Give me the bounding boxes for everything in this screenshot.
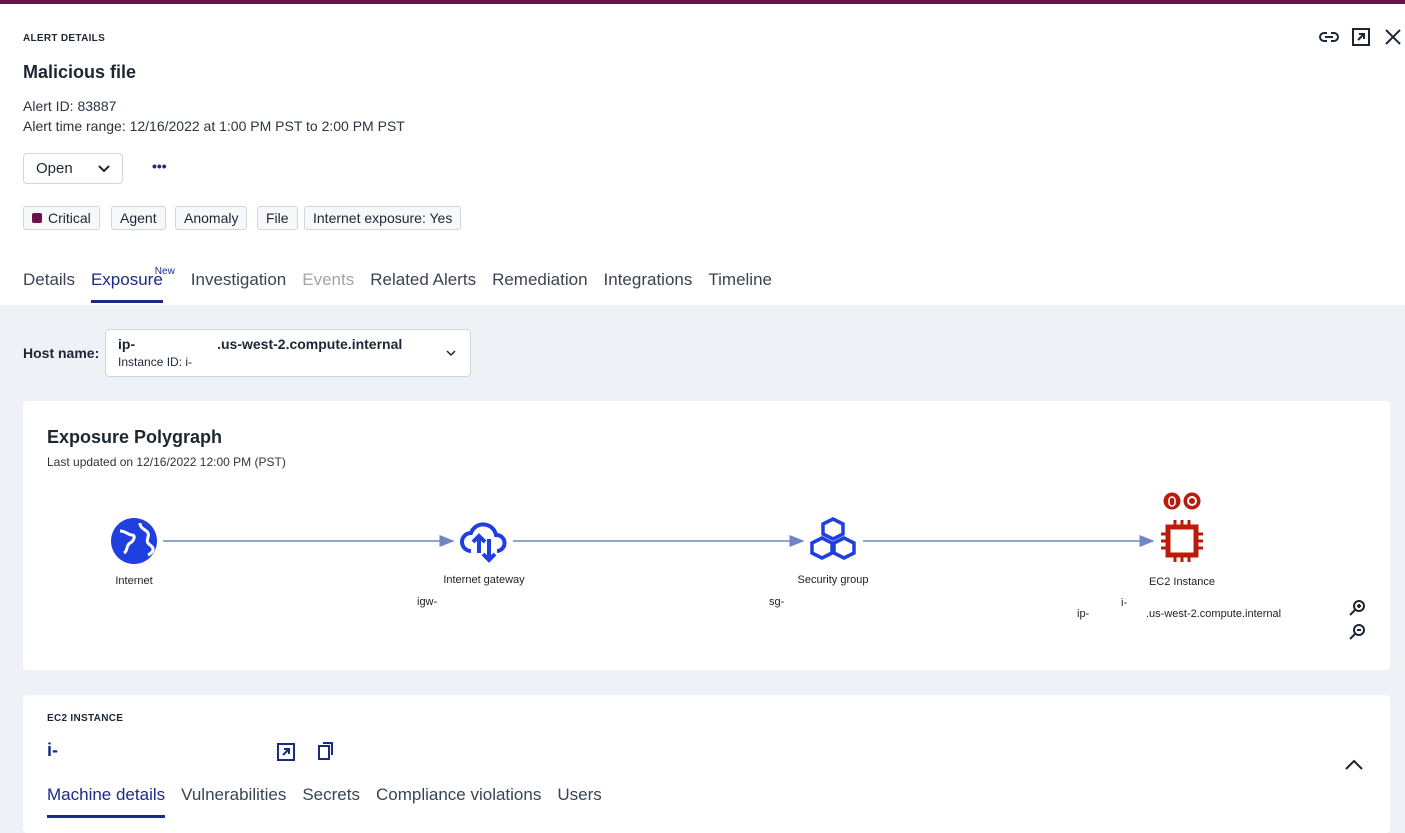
node-label-internet: Internet [115,575,153,587]
status-value: Open [36,160,73,177]
open-external-icon[interactable] [276,742,296,762]
node-sub-igw: igw- [417,596,438,608]
tab-investigation[interactable]: Investigation [191,270,286,303]
ec2-instance-id: i- [47,740,58,760]
ec2-tabs: Machine details Vulnerabilities Secrets … [47,785,602,818]
tag-critical: Critical [23,206,100,230]
copy-icon[interactable] [317,741,335,761]
misconfiguration-gear-icon[interactable] [1183,492,1201,510]
node-sub-ec2-host: .us-west-2.compute.internal [1146,608,1282,620]
new-badge: New [154,266,175,277]
host-name-select[interactable]: ip- .us-west-2.compute.internal Instance … [105,329,471,377]
tag-internet-exposure: Internet exposure: Yes [304,206,462,230]
host-prefix: ip- [118,336,136,352]
alert-details-eyebrow: ALERT DETAILS [23,33,106,44]
polygraph-card: Exposure Polygraph Last updated on 12/16… [23,401,1390,670]
tag-label: Critical [48,210,91,226]
tab-label: Exposure [90,270,163,289]
zoom-in-icon[interactable] [1349,600,1365,616]
globe-icon[interactable] [110,517,158,565]
host-suffix: .us-west-2.compute.internal [217,336,403,352]
tab-compliance-violations[interactable]: Compliance violations [376,785,541,818]
tab-exposure[interactable]: Exposure New [90,266,175,303]
chevron-up-icon[interactable] [1345,759,1363,771]
cloud-gateway-icon[interactable] [459,517,509,565]
node-label-gateway: Internet gateway [443,574,525,586]
tab-events: Events [302,270,355,289]
ec2-chip-icon[interactable] [1160,519,1204,563]
tab-vulnerabilities[interactable]: Vulnerabilities [181,785,286,818]
vulnerability-bug-icon[interactable] [1163,492,1181,510]
alert-time-range: Alert time range: 12/16/2022 at 1:00 PM … [23,118,405,134]
top-accent-bar [0,0,1405,4]
alert-id: Alert ID: 83887 [23,98,117,114]
tab-details[interactable]: Details [23,270,75,303]
security-group-icon[interactable] [808,516,858,564]
ec2-instance-card: EC2 INSTANCE i- Machine details Vulnerab… [23,695,1390,833]
page-title: Malicious file [23,62,137,82]
chevron-down-icon [98,164,110,172]
alert-tabs: Details Exposure New Investigation Events… [23,266,772,303]
instance-id: Instance ID: i- [118,355,193,369]
node-sub-ec2-ip: ip- [1077,608,1090,620]
zoom-out-icon[interactable] [1349,624,1365,640]
ec2-eyebrow: EC2 INSTANCE [47,713,124,724]
tab-machine-details[interactable]: Machine details [47,785,166,818]
host-name-label: Host name: [23,345,100,361]
tab-related-alerts[interactable]: Related Alerts [370,270,476,303]
tag-agent: Agent [111,206,166,230]
more-actions-button[interactable]: ••• [152,158,167,174]
node-label-sg: Security group [797,574,869,586]
tab-remediation[interactable]: Remediation [492,270,587,303]
node-label-ec2: EC2 Instance [1148,576,1216,588]
tab-users[interactable]: Users [557,785,601,818]
chevron-down-icon [446,350,456,357]
open-external-icon[interactable] [1351,27,1371,47]
tab-timeline[interactable]: Timeline [708,270,772,303]
close-icon[interactable] [1384,28,1402,46]
severity-square-icon [32,213,42,223]
tag-file: File [257,206,298,230]
status-dropdown[interactable]: Open [23,153,123,184]
node-sub-ec2-id: i- [1121,597,1128,609]
tab-secrets[interactable]: Secrets [302,785,360,818]
tab-integrations[interactable]: Integrations [604,270,693,303]
tag-anomaly: Anomaly [175,206,248,230]
link-icon[interactable] [1318,27,1340,47]
node-sub-sg: sg- [769,596,785,608]
